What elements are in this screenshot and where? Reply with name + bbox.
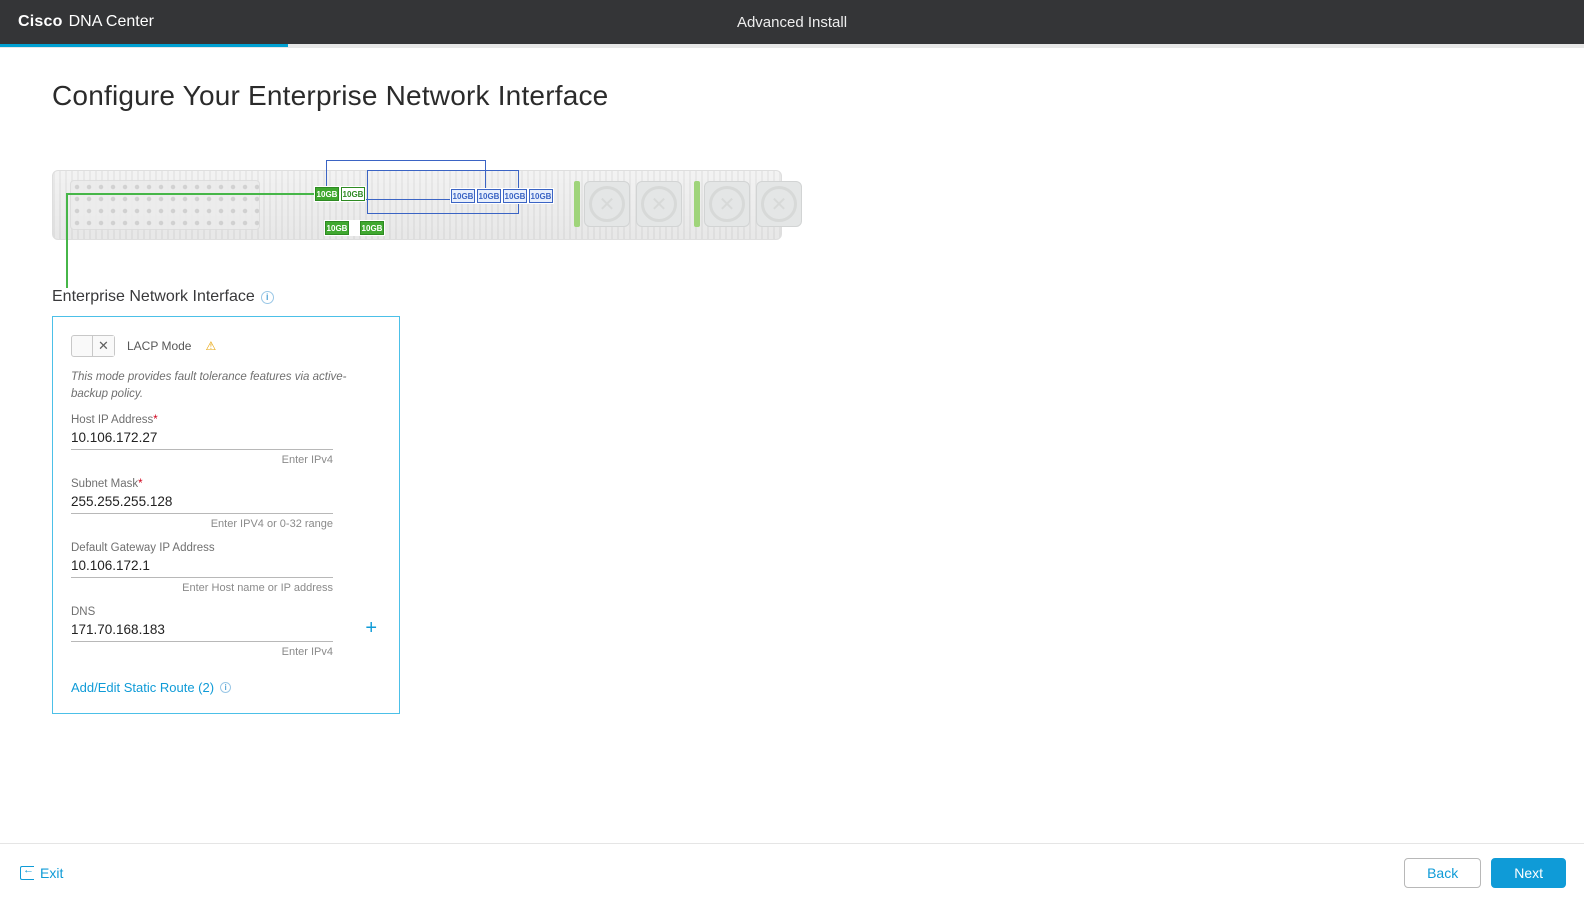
warning-icon: ⚠ [205,339,216,353]
exit-button[interactable]: Exit [20,865,63,881]
fan-accent-bar [694,181,700,227]
info-icon[interactable]: i [261,291,274,304]
page-body: Configure Your Enterprise Network Interf… [0,48,1584,714]
subnet-input[interactable] [71,490,333,514]
fan-icon [584,181,630,227]
gateway-input[interactable] [71,554,333,578]
page-title: Configure Your Enterprise Network Interf… [52,80,1584,112]
toggle-knob: ✕ [92,336,114,356]
lacp-toggle[interactable]: ✕ [71,335,115,357]
gateway-field: Default Gateway IP Address Enter Host na… [71,542,333,594]
lacp-label: LACP Mode [127,339,191,353]
brand: Cisco DNA Center [0,13,154,31]
port-10gb-blue: 10GB [529,189,553,203]
port-10gb-blue: 10GB [451,189,475,203]
dns-input[interactable] [71,618,333,642]
gateway-hint: Enter Host name or IP address [71,582,333,594]
brand-light: DNA Center [69,13,154,31]
subnet-field: Subnet Mask* Enter IPV4 or 0-32 range [71,478,333,530]
wizard-footer: Exit Back Next [0,843,1584,901]
section-title-row: Enterprise Network Interface i [52,288,1584,306]
footer-buttons: Back Next [1404,858,1566,888]
dns-label: DNS [71,606,349,618]
port-pair-top-green: 10GB 10GB [314,186,366,202]
exit-icon [20,866,34,880]
add-dns-button[interactable]: + [365,617,377,640]
chassis-vents [70,180,260,230]
lacp-toggle-row: ✕ LACP Mode ⚠ [71,335,381,357]
dns-field: DNS + Enter IPv4 [71,606,349,658]
gateway-label: Default Gateway IP Address [71,542,333,554]
port-10gb-green: 10GB [315,187,339,201]
port-10gb-green: 10GB [325,221,349,235]
connector-wire-vertical [66,193,68,288]
dns-hint: Enter IPv4 [71,646,333,658]
back-button[interactable]: Back [1404,858,1481,888]
exit-label: Exit [40,865,63,881]
subnet-hint: Enter IPV4 or 0-32 range [71,518,333,530]
info-icon: i [220,682,231,693]
fan-icon [636,181,682,227]
section-title: Enterprise Network Interface [52,288,255,306]
progress-fill [0,44,288,47]
host-ip-input[interactable] [71,426,333,450]
host-ip-label: Host IP Address* [71,414,333,426]
mode-description: This mode provides fault tolerance featu… [71,369,361,402]
port-10gb-blue: 10GB [477,189,501,203]
chassis-diagram: 10GB 10GB 10GB 10GB 10GB 10GB 10GB 10GB [52,140,782,280]
fan-accent-bar [574,181,580,227]
subnet-label: Subnet Mask* [71,478,333,490]
interface-config-card: ✕ LACP Mode ⚠ This mode provides fault t… [52,316,400,714]
port-10gb-blue: 10GB [503,189,527,203]
fan-icon [756,181,802,227]
connector-wire-horizontal [66,193,314,195]
brand-bold: Cisco [18,13,63,31]
host-ip-hint: Enter IPv4 [71,454,333,466]
port-10gb-green: 10GB [360,221,384,235]
static-route-link[interactable]: Add/Edit Static Route (2) i [71,680,231,695]
port-pair-bottom-green: 10GB 10GB [324,220,385,236]
host-ip-field: Host IP Address* Enter IPv4 [71,414,333,466]
port-10gb-green-hollow: 10GB [341,187,365,201]
app-header: Cisco DNA Center Advanced Install [0,0,1584,44]
x-icon: ✕ [98,338,109,354]
static-route-link-label: Add/Edit Static Route (2) [71,680,214,695]
port-quad-blue: 10GB 10GB 10GB 10GB [450,188,554,204]
next-button[interactable]: Next [1491,858,1566,888]
fan-icon [704,181,750,227]
header-context-title: Advanced Install [737,14,847,31]
